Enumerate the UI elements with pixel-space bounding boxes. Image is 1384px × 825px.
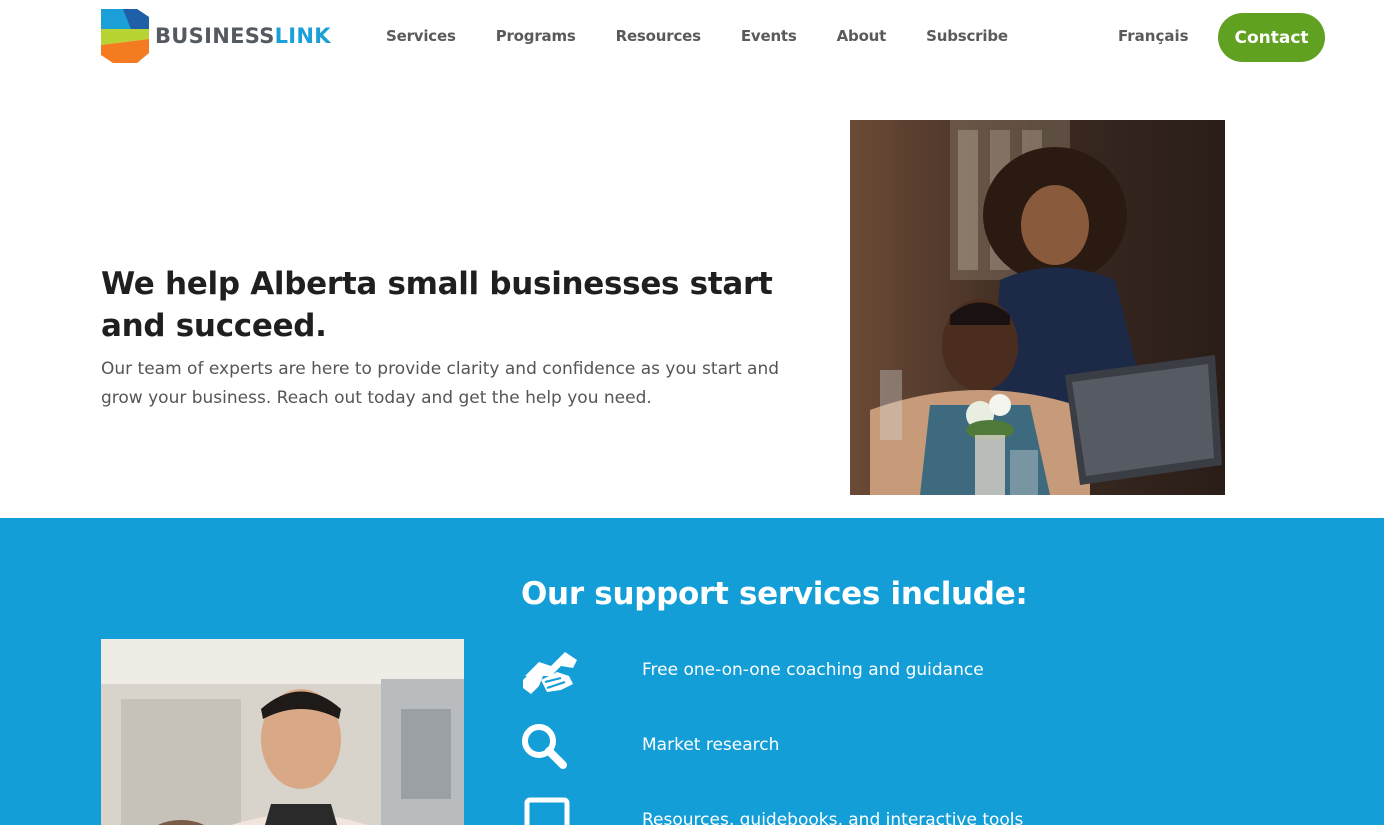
businesslink-logo-icon xyxy=(101,9,149,63)
nav-programs[interactable]: Programs xyxy=(496,26,576,46)
main-nav: Services Programs Resources Events About… xyxy=(386,26,1008,46)
service-item-research: Market research xyxy=(521,722,1221,782)
search-icon xyxy=(522,724,567,769)
nav-resources[interactable]: Resources xyxy=(616,26,701,46)
hero-title: We help Alberta small businesses start a… xyxy=(101,266,773,344)
handshake-icon xyxy=(523,652,577,694)
site-header: BUSINESSLINK Services Programs Resources… xyxy=(0,0,1384,72)
services-title: Our support services include: xyxy=(521,576,1028,612)
service-label-research: Market research xyxy=(642,735,780,755)
service-item-coaching: Free one-on-one coaching and guidance xyxy=(521,646,1221,706)
tablet-icon xyxy=(524,797,570,825)
hero-subtitle: Our team of experts are here to provide … xyxy=(101,359,780,408)
hero-photo xyxy=(850,120,1225,495)
service-item-resources: Resources, guidebooks, and interactive t… xyxy=(521,796,1221,825)
hero-photo-illustration xyxy=(850,120,1225,495)
nav-events[interactable]: Events xyxy=(741,26,797,46)
chef-photo xyxy=(101,639,464,825)
service-label-resources: Resources, guidebooks, and interactive t… xyxy=(642,810,1024,825)
support-services-section: Our support services include: Free one-o… xyxy=(0,518,1384,825)
nav-about[interactable]: About xyxy=(837,26,887,46)
logo-wordmark: BUSINESSLINK xyxy=(155,24,331,48)
businesslink-logo[interactable]: BUSINESSLINK xyxy=(101,9,331,63)
language-toggle[interactable]: Français xyxy=(1118,26,1189,46)
logo-wordmark-business: BUSINESS xyxy=(155,24,275,48)
chef-photo-illustration xyxy=(101,639,464,825)
contact-button[interactable]: Contact xyxy=(1218,13,1325,62)
logo-wordmark-link: LINK xyxy=(274,24,331,48)
service-label-coaching: Free one-on-one coaching and guidance xyxy=(642,660,984,680)
nav-services[interactable]: Services xyxy=(386,26,456,46)
nav-subscribe[interactable]: Subscribe xyxy=(926,26,1008,46)
